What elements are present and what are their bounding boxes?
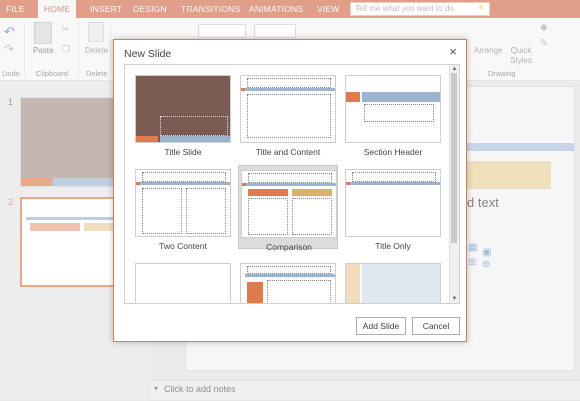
layout-name: Title Only bbox=[375, 241, 411, 251]
title-placeholder bbox=[160, 116, 228, 136]
layout-thumbnail bbox=[135, 169, 231, 237]
content-placeholder-left bbox=[142, 188, 182, 234]
title-placeholder bbox=[247, 78, 331, 88]
title-placeholder bbox=[247, 266, 331, 274]
layout-name: Title Slide bbox=[164, 147, 202, 157]
scroll-down-icon[interactable]: ▼ bbox=[450, 295, 459, 303]
layout-thumbnail bbox=[241, 170, 337, 238]
layout-name: Comparison bbox=[266, 242, 312, 252]
layout-name: Section Header bbox=[363, 147, 423, 157]
tan-panel bbox=[346, 264, 360, 303]
layout-thumbnail bbox=[135, 75, 231, 143]
cancel-button[interactable]: Cancel bbox=[412, 317, 460, 335]
blue-accent bbox=[246, 183, 336, 186]
scroll-up-icon[interactable]: ▲ bbox=[450, 65, 459, 73]
tan-header bbox=[292, 189, 332, 196]
new-slide-dialog: New Slide × Title Slide Title and Conten… bbox=[113, 39, 467, 342]
content-placeholder bbox=[267, 280, 331, 303]
layout-title-only[interactable]: Title Only bbox=[343, 165, 443, 251]
orange-accent bbox=[136, 136, 158, 142]
text-placeholder bbox=[364, 104, 434, 122]
title-placeholder bbox=[352, 172, 436, 182]
layout-picture-with-caption[interactable] bbox=[343, 259, 443, 303]
orange-header bbox=[248, 189, 288, 196]
blue-accent bbox=[245, 274, 335, 277]
layout-thumbnail bbox=[345, 75, 441, 143]
blue-accent bbox=[362, 92, 440, 102]
blue-accent bbox=[245, 88, 335, 91]
layout-thumbnail bbox=[240, 263, 336, 303]
orange-accent bbox=[346, 92, 360, 102]
title-placeholder bbox=[248, 173, 332, 183]
layout-section-header[interactable]: Section Header bbox=[343, 71, 443, 157]
dialog-title: New Slide bbox=[124, 48, 172, 60]
layout-name: Title and Content bbox=[255, 147, 321, 157]
layout-thumbnail bbox=[240, 75, 336, 143]
layout-blank[interactable] bbox=[133, 259, 233, 303]
content-placeholder-right bbox=[292, 198, 332, 235]
layout-gallery: Title Slide Title and Content Section He… bbox=[124, 64, 460, 304]
layout-thumbnail bbox=[135, 263, 231, 303]
content-placeholder-left bbox=[248, 198, 288, 235]
picture-panel bbox=[362, 264, 440, 303]
layout-name: Two Content bbox=[159, 241, 207, 251]
blue-accent bbox=[140, 182, 230, 185]
content-placeholder-right bbox=[186, 188, 226, 234]
blue-accent bbox=[160, 136, 230, 142]
layout-content-with-caption[interactable] bbox=[238, 259, 338, 303]
title-placeholder bbox=[142, 172, 226, 182]
layout-thumbnail bbox=[345, 263, 441, 303]
layout-title-slide[interactable]: Title Slide bbox=[133, 71, 233, 157]
gallery-scrollbar[interactable]: ▲ ▼ bbox=[449, 65, 459, 303]
content-placeholder bbox=[247, 94, 331, 138]
layout-two-content[interactable]: Two Content bbox=[133, 165, 233, 251]
close-icon[interactable]: × bbox=[449, 44, 457, 59]
layout-title-and-content[interactable]: Title and Content bbox=[238, 71, 338, 157]
scrollbar-thumb[interactable] bbox=[451, 73, 457, 243]
layout-comparison[interactable]: Comparison bbox=[238, 165, 338, 252]
add-slide-button[interactable]: Add Slide bbox=[356, 317, 406, 335]
layout-thumbnail bbox=[345, 169, 441, 237]
orange-block bbox=[247, 282, 263, 303]
blue-accent bbox=[350, 182, 440, 185]
